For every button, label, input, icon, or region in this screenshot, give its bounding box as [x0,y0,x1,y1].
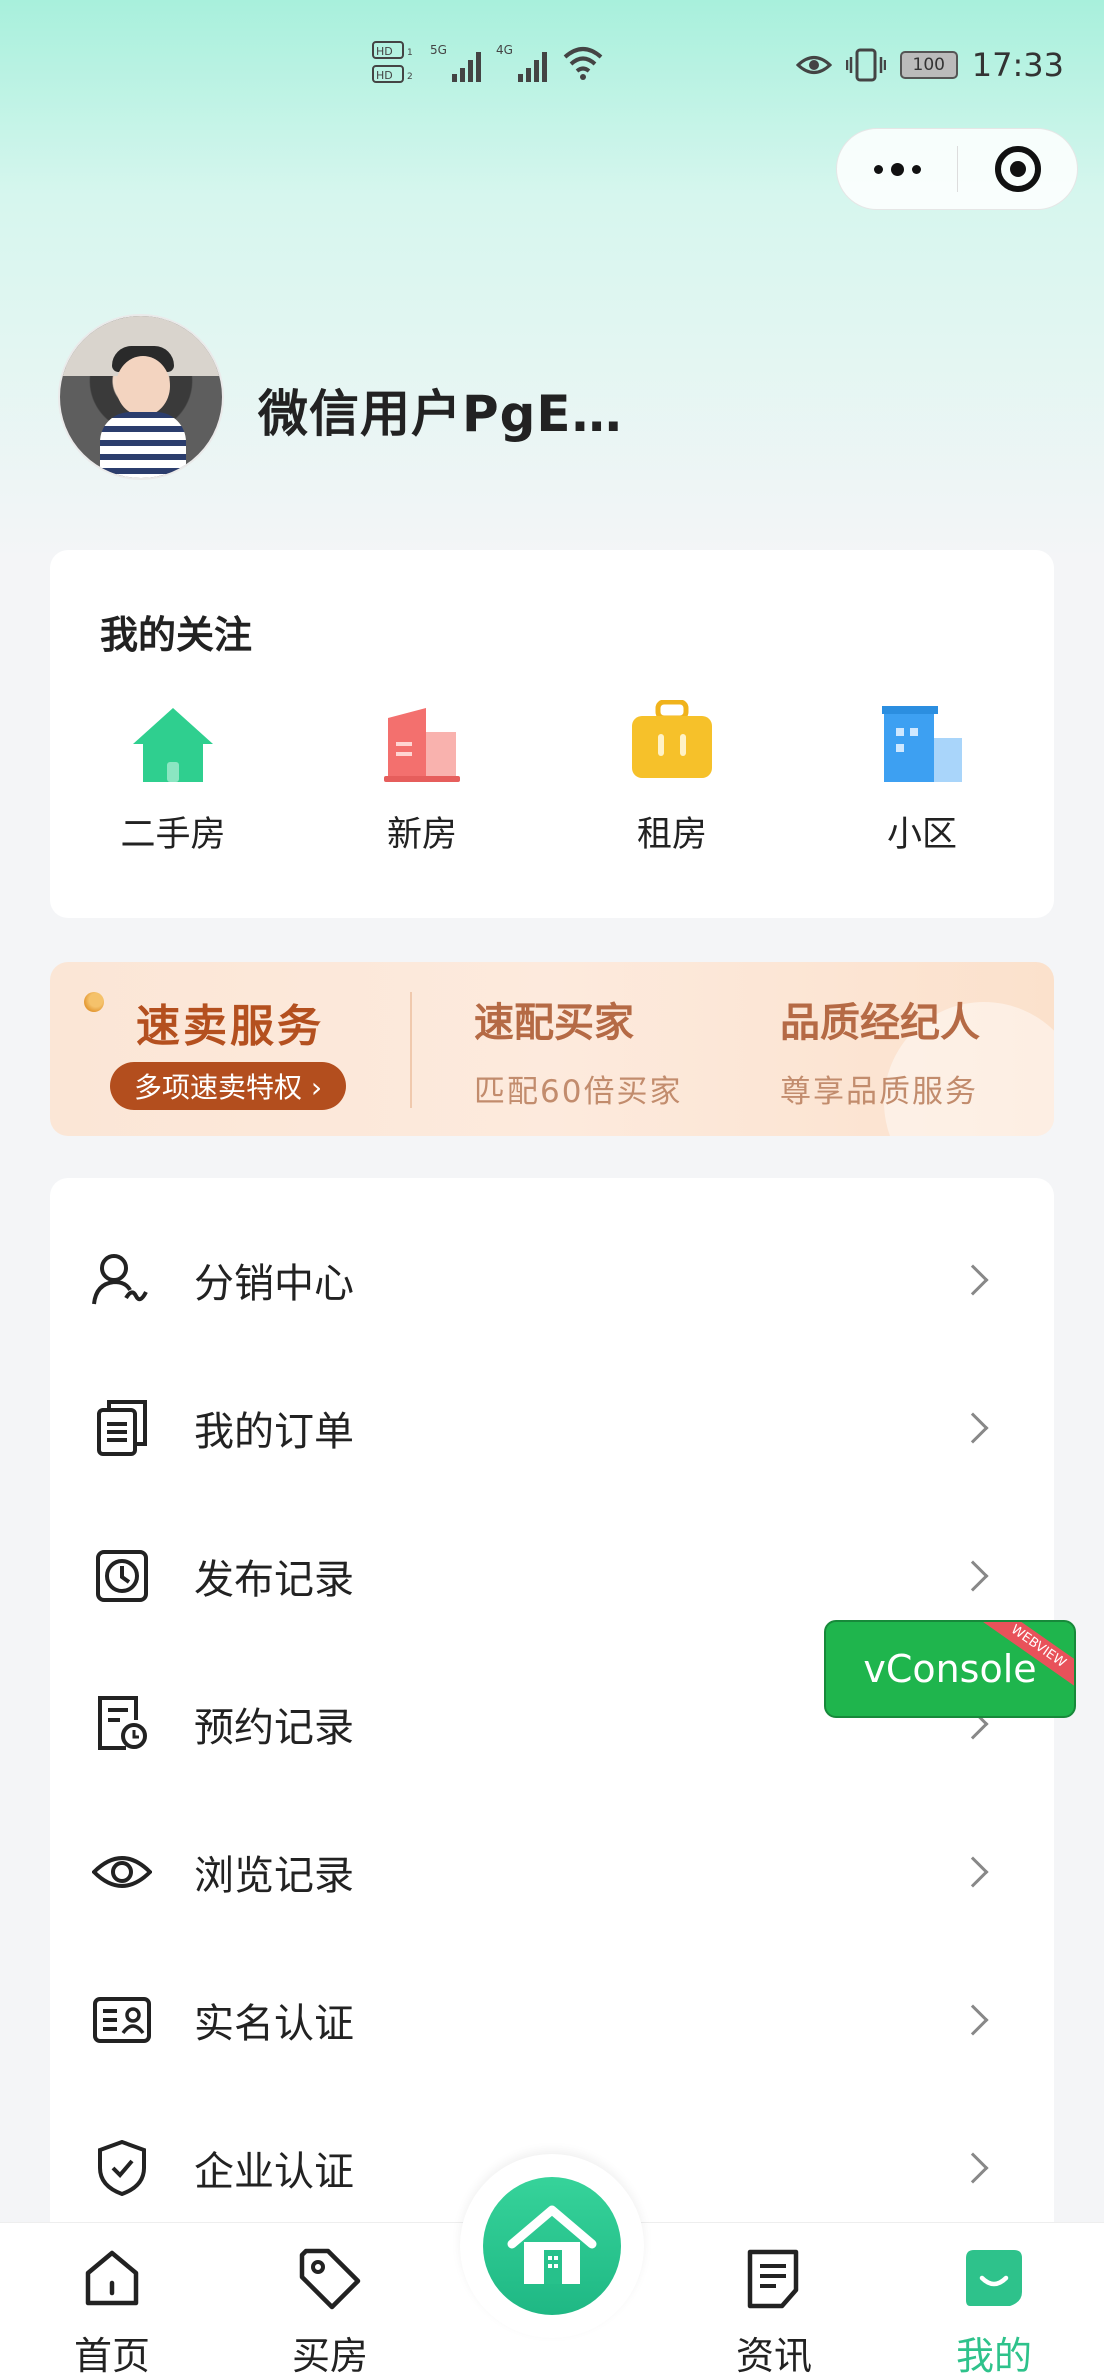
svg-text:5G: 5G [430,43,447,57]
signal-4g-icon: 4G [496,43,547,82]
dot-icon [873,164,883,174]
coin-icon [84,992,104,1012]
svg-text:1: 1 [407,48,413,58]
tab-home[interactable]: 首页 [42,2241,182,2376]
banner-divider [410,992,412,1108]
battery-indicator: 100 [899,51,958,79]
svg-text:4G: 4G [496,43,513,57]
wifi-icon [563,47,603,80]
tab-label: 资讯 [735,2334,812,2376]
favorites-title: 我的关注 [100,613,253,657]
favorite-new-house[interactable]: 新房 [342,702,502,857]
miniprogram-capsule [836,128,1078,210]
id-card-icon [93,1997,151,2043]
tab-mine[interactable]: 我的 [924,2241,1064,2376]
menu-label: 预约记录 [194,1705,354,1751]
chevron-right-icon [957,1856,989,1888]
vibrate-icon [845,48,886,82]
tab-buy-house[interactable]: 买房 [260,2241,400,2376]
network-indicators: HD 1 HD 2 5G 4G [372,38,604,88]
menu-label: 企业认证 [194,2149,354,2195]
profile-icon [966,2250,1022,2306]
username[interactable]: 微信用户PgE… [258,374,623,446]
status-right: 100 17:33 [795,46,1064,84]
favorite-community[interactable]: 小区 [842,702,1002,857]
chevron-right-icon [957,1412,989,1444]
menu-item-real-name-verification[interactable]: 实名认证 [50,1946,1054,2094]
banner-col-title: 品质经纪人 [780,1000,980,1046]
menu-label: 分销中心 [194,1261,354,1307]
favorites-card: 我的关注 二手房 新房 租房 小区 [50,550,1054,918]
banner-quality-agent: 品质经纪人 尊享品质服务 [780,990,980,1111]
quick-sell-privileges-button[interactable]: 多项速卖特权 › [110,1062,347,1110]
tab-label: 首页 [73,2334,150,2376]
distributor-icon [92,1254,148,1305]
tag-icon [299,2248,361,2310]
community-icon [882,706,962,782]
dot-icon [890,162,904,176]
news-icon [747,2249,799,2309]
tab-news[interactable]: 资讯 [704,2241,844,2376]
appointment-icon [98,1696,147,1750]
banner-title: 速卖服务 [136,1001,324,1052]
svg-text:2: 2 [407,72,413,82]
vconsole-label: vConsole [863,1647,1037,1691]
chevron-right-icon [957,1264,989,1296]
chevron-right-icon [957,1560,989,1592]
menu-item-browse-history[interactable]: 浏览记录 [50,1798,1054,1946]
center-home-button[interactable] [460,2154,644,2338]
shield-icon [98,2140,146,2196]
favorite-label: 租房 [636,815,707,855]
building-icon [384,708,460,782]
avatar[interactable] [58,314,224,480]
svg-text:HD: HD [376,69,393,82]
banner-col-subtitle: 尊享品质服务 [780,1074,978,1110]
favorite-second-hand-house[interactable]: 二手房 [93,702,253,857]
banner-col-title: 速配买家 [474,1000,634,1046]
banner-col-subtitle: 匹配60倍买家 [474,1074,683,1110]
favorite-label: 小区 [886,815,957,855]
chevron-right-icon [957,2152,989,2184]
chevron-right-icon [957,2004,989,2036]
favorite-label: 新房 [386,815,457,855]
eye-icon [92,1856,152,1888]
target-icon [994,146,1041,192]
banner-buyer-match: 速配买家 匹配60倍买家 [474,990,682,1111]
tab-label: 我的 [955,2334,1032,2376]
favorite-rent[interactable]: 租房 [592,700,752,857]
suitcase-icon [632,700,712,778]
dot-icon [911,164,921,174]
more-options-button[interactable] [837,129,957,209]
menu-label: 浏览记录 [194,1853,354,1899]
vconsole-button[interactable]: vConsole WEBVIEW [824,1620,1076,1718]
hd-icon: HD 1 HD 2 [372,41,413,83]
quick-sell-banner[interactable]: 速卖服务 多项速卖特权 › 速配买家 匹配60倍买家 品质经纪人 尊享品质服务 [50,962,1054,1136]
menu-item-distribution-center[interactable]: 分销中心 [50,1206,1054,1354]
favorite-label: 二手房 [120,815,226,855]
menu-label: 我的订单 [194,1409,354,1455]
svg-text:HD: HD [376,45,393,58]
clock-icon [96,1550,148,1602]
house-building-icon [507,2205,597,2284]
tab-label: 买房 [291,2334,368,2376]
status-bar: HD 1 HD 2 5G 4G 100 17:33 [0,0,1104,130]
home-icon [85,2250,139,2306]
menu-item-my-orders[interactable]: 我的订单 [50,1354,1054,1502]
house-icon [133,708,213,782]
signal-5g-icon: 5G [430,43,481,82]
menu-label: 实名认证 [194,2001,354,2047]
close-miniprogram-button[interactable] [958,146,1077,192]
clock: 17:33 [971,46,1064,84]
eye-comfort-icon [795,56,832,74]
order-icon [97,1400,147,1456]
menu-label: 发布记录 [194,1557,354,1603]
